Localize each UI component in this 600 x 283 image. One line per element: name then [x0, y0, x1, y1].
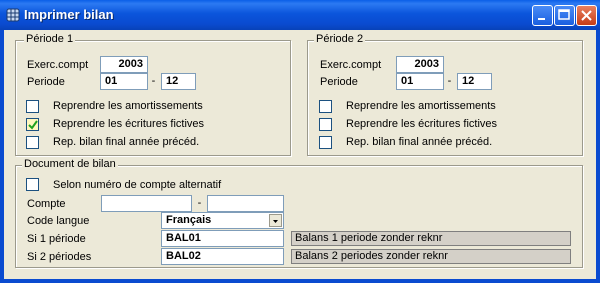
compte-dash: - — [197, 197, 202, 209]
si1-code-input[interactable]: BAL01 — [161, 230, 284, 247]
window-title: Imprimer bilan — [24, 7, 114, 22]
compte-label: Compte — [27, 198, 66, 210]
period2-periode-from[interactable]: 01 — [396, 73, 444, 90]
si2-code-input[interactable]: BAL02 — [161, 248, 284, 265]
langue-select[interactable]: Français — [161, 212, 284, 229]
period2-rep-bilan-label: Rep. bilan final année précéd. — [346, 136, 493, 148]
period2-exerc-input[interactable]: 2003 — [396, 56, 444, 73]
period2-periode-to[interactable]: 12 — [457, 73, 492, 90]
period1-exerc-input[interactable]: 2003 — [100, 56, 148, 73]
period2-reprendre-ecritures-checkbox[interactable] — [319, 118, 332, 131]
period2-dash: - — [447, 75, 452, 87]
period1-reprendre-amortissements-checkbox[interactable] — [26, 100, 39, 113]
period1-periode-label: Periode — [27, 76, 65, 88]
close-button[interactable] — [576, 5, 597, 26]
period2-legend: Période 2 — [314, 33, 366, 45]
period1-legend: Période 1 — [24, 33, 76, 45]
app-grid-icon — [6, 8, 20, 22]
period1-reprendre-amortissements-label: Reprendre les amortissements — [53, 100, 203, 112]
checkmark-icon — [28, 120, 38, 130]
period1-rep-bilan-label: Rep. bilan final année précéd. — [53, 136, 200, 148]
alt-account-checkbox[interactable] — [26, 178, 39, 191]
dropdown-button[interactable] — [269, 214, 282, 227]
period1-periode-to[interactable]: 12 — [161, 73, 196, 90]
period1-reprendre-ecritures-checkbox[interactable] — [26, 118, 39, 131]
period1-dash: - — [151, 75, 156, 87]
langue-value: Français — [166, 214, 212, 226]
period2-reprendre-ecritures-label: Reprendre les écritures fictives — [346, 118, 498, 130]
maximize-button[interactable] — [554, 5, 575, 26]
si2-description: Balans 2 periodes zonder reknr — [291, 249, 571, 264]
close-icon — [581, 10, 592, 21]
document-legend: Document de bilan — [22, 158, 118, 170]
period1-exerc-label: Exerc.compt — [27, 59, 89, 71]
minimize-button[interactable] — [532, 5, 553, 26]
si2-label: Si 2 périodes — [27, 251, 92, 263]
period1-rep-bilan-checkbox[interactable] — [26, 136, 39, 149]
dropdown-arrow-icon — [273, 220, 278, 223]
langue-label: Code langue — [27, 215, 90, 227]
period2-rep-bilan-checkbox[interactable] — [319, 136, 332, 149]
compte-from-input[interactable] — [101, 195, 192, 212]
alt-account-label: Selon numéro de compte alternatif — [53, 179, 222, 191]
period2-reprendre-amortissements-checkbox[interactable] — [319, 100, 332, 113]
minimize-icon — [538, 18, 545, 20]
si1-label: Si 1 période — [27, 233, 86, 245]
period2-reprendre-amortissements-label: Reprendre les amortissements — [346, 100, 496, 112]
period2-exerc-label: Exerc.compt — [320, 59, 382, 71]
compte-to-input[interactable] — [207, 195, 284, 212]
period2-periode-label: Periode — [320, 76, 358, 88]
period1-reprendre-ecritures-label: Reprendre les écritures fictives — [53, 118, 205, 130]
period1-periode-from[interactable]: 01 — [100, 73, 148, 90]
si1-description: Balans 1 periode zonder reknr — [291, 231, 571, 246]
maximize-icon — [558, 9, 570, 20]
